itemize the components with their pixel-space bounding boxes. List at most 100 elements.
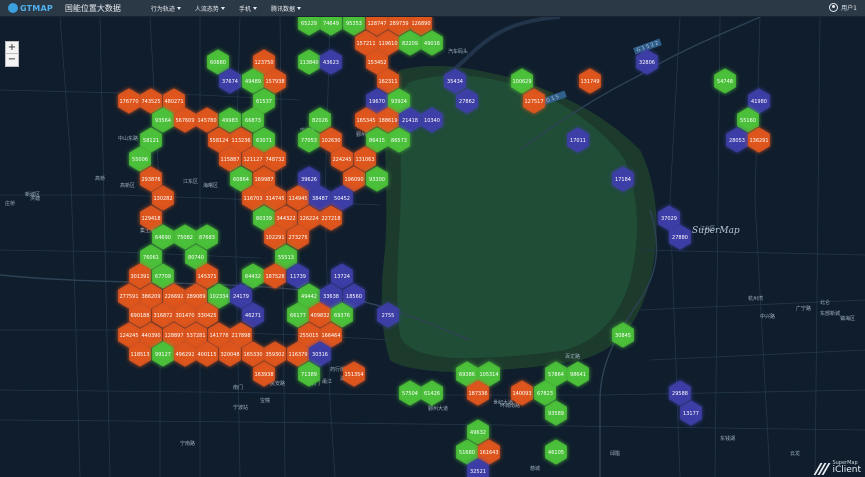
hexbin-cell[interactable]: 359302 <box>264 341 286 367</box>
hexbin-cell[interactable]: 13724 <box>331 263 353 289</box>
hexbin-value-label: 163938 <box>254 372 273 378</box>
hexbin-value-label: 55160 <box>740 118 756 124</box>
user-menu[interactable]: 用户1 <box>829 3 857 12</box>
hexbin-cell[interactable]: 18560 <box>343 283 365 309</box>
hexbin-value-label: 114945 <box>288 196 307 202</box>
map-place-label: 东部新城 <box>820 310 840 317</box>
hexbin-cell[interactable]: 29588 <box>669 380 691 406</box>
hexbin-cell[interactable]: 93589 <box>545 400 567 426</box>
supermap-watermark: SuperMap <box>692 226 740 236</box>
hexbin-value-label: 11739 <box>290 274 306 280</box>
hexbin-cell[interactable]: 140093 <box>511 380 533 406</box>
hexbin-cell[interactable]: 82209 <box>399 30 421 56</box>
hexbin-value-label: 82026 <box>312 118 328 124</box>
map-place-label: 邱隘 <box>610 450 620 457</box>
hexbin-cell[interactable]: 67709 <box>152 263 174 289</box>
hexbin-value-label: 314745 <box>265 196 284 202</box>
hexbin-value-label: 227218 <box>321 216 340 222</box>
hexbin-value-label: 64432 <box>245 274 261 280</box>
hexbin-value-label: 359302 <box>265 352 284 358</box>
hexbin-cell[interactable]: 136291 <box>748 127 770 153</box>
hexbin-cell[interactable]: 46271 <box>242 302 264 328</box>
hexbin-cell[interactable]: 151354 <box>343 361 365 387</box>
hexbin-cell[interactable]: 743525 <box>140 88 162 114</box>
hexbin-value-label: 55513 <box>278 255 294 261</box>
hexbin-cell[interactable]: 49632 <box>467 419 489 445</box>
hexbin-value-label: 98641 <box>570 372 586 378</box>
map-canvas[interactable]: 汽车码头宁波港鄞州区高新区江东区海曙区新城区中山东路民安路广宁路中兴路东部新城甬… <box>0 17 865 477</box>
menu-item-mobile[interactable]: 手机 <box>239 4 257 13</box>
hexbin-cell[interactable]: 93300 <box>366 166 388 192</box>
hexbin-value-label: 105314 <box>479 372 498 378</box>
hexbin-cell[interactable]: 165330 <box>242 341 264 367</box>
hexbin-cell[interactable]: 74649 <box>320 17 342 36</box>
hexbin-cell[interactable]: 131749 <box>579 68 601 94</box>
hexbin-cell[interactable]: 13177 <box>680 400 702 426</box>
hexbin-cell[interactable]: 11739 <box>287 263 309 289</box>
hexbin-cell[interactable]: 43623 <box>320 49 342 75</box>
menu-item-tencent-data[interactable]: 腾讯数据 <box>271 4 301 13</box>
menu-item-crowd-situation[interactable]: 人流态势 <box>195 4 225 13</box>
hexbin-value-label: 166464 <box>321 333 340 339</box>
iclient-big-text: iClient <box>832 465 861 475</box>
hexbin-cell[interactable]: 98641 <box>567 361 589 387</box>
hexbin-cell[interactable]: 50452 <box>331 185 353 211</box>
hexbin-value-label: 255015 <box>299 333 318 339</box>
top-navigation-bar: GTMAP 国能位置大数据 行为轨迹 人流态势 手机 腾讯数据 用户1 <box>0 0 865 17</box>
hexbin-cell[interactable]: 64432 <box>242 263 264 289</box>
hexbin-value-label: 153452 <box>367 60 386 66</box>
hexbin-value-label: 61537 <box>256 99 272 105</box>
hexbin-value-label: 71389 <box>301 372 317 378</box>
hexbin-cell[interactable]: 227218 <box>320 205 342 231</box>
hexbin-cell[interactable]: 61426 <box>421 380 443 406</box>
menu-item-trajectory[interactable]: 行为轨迹 <box>151 4 181 13</box>
gtmap-logo[interactable]: GTMAP <box>8 0 53 17</box>
hexbin-cell[interactable]: 28053 <box>726 127 748 153</box>
hexbin-value-label: 80339 <box>256 216 272 222</box>
hexbin-cell[interactable]: 64690 <box>152 224 174 250</box>
hexbin-cell[interactable]: 49016 <box>421 30 443 56</box>
hexbin-cell[interactable]: 176770 <box>118 88 140 114</box>
hexbin-cell[interactable]: 130282 <box>152 185 174 211</box>
hexbin-cell[interactable]: 129418 <box>140 205 162 231</box>
hexbin-cell[interactable]: 24179 <box>230 283 252 309</box>
hexbin-value-label: 567609 <box>175 118 194 124</box>
hexbin-value-label: 748732 <box>265 157 284 163</box>
caret-down-icon <box>220 6 225 10</box>
hexbin-cell[interactable]: 54748 <box>714 68 736 94</box>
hexbin-value-label: 46271 <box>245 313 261 319</box>
hexbin-value-label: 690188 <box>130 313 149 319</box>
hexbin-value-label: 32806 <box>639 60 655 66</box>
hexbin-cell[interactable]: 65229 <box>298 17 320 36</box>
hexbin-value-label: 77053 <box>301 138 317 144</box>
iclient-attribution: SuperMap iClient <box>813 461 861 475</box>
hexbin-value-label: 69386 <box>459 372 475 378</box>
hexbin-value-label: 386209 <box>141 294 160 300</box>
hexbin-cell[interactable]: 75082 <box>174 224 196 250</box>
app-title: 国能位置大数据 <box>64 3 121 13</box>
hexbin-value-label: 66873 <box>245 118 261 124</box>
hexbin-value-label: 289739 <box>389 21 408 27</box>
hexbin-value-label: 124245 <box>119 333 138 339</box>
hexbin-value-label: 43623 <box>323 60 339 66</box>
hexbin-value-label: 19670 <box>369 99 385 105</box>
hexbin-cell[interactable]: 131063 <box>354 146 376 172</box>
hexbin-cell[interactable]: 60864 <box>230 166 252 192</box>
hexbin-cell[interactable]: 60880 <box>207 49 229 75</box>
hexbin-cell[interactable]: 145780 <box>196 107 218 133</box>
zoom-in-button[interactable]: + <box>5 41 19 54</box>
hexbin-cell[interactable]: 196090 <box>343 166 365 192</box>
hexbin-cell[interactable]: 95353 <box>343 17 365 36</box>
hexbin-cell[interactable]: 46105 <box>545 439 567 465</box>
hexbin-value-label: 320048 <box>220 352 239 358</box>
hexbin-cell[interactable]: 113840 <box>298 49 320 75</box>
hexbin-cell[interactable]: 57504 <box>399 380 421 406</box>
map-place-label: 慈城 <box>530 465 540 472</box>
hexbin-cell[interactable]: 102334 <box>208 283 230 309</box>
hexbin-value-label: 157938 <box>265 79 284 85</box>
hexbin-value-label: 136291 <box>749 138 768 144</box>
hexbin-value-label: 30845 <box>615 333 631 339</box>
hexbin-value-label: 118513 <box>130 352 149 358</box>
zoom-out-button[interactable]: − <box>5 54 19 67</box>
hexbin-value-label: 54748 <box>717 79 733 85</box>
